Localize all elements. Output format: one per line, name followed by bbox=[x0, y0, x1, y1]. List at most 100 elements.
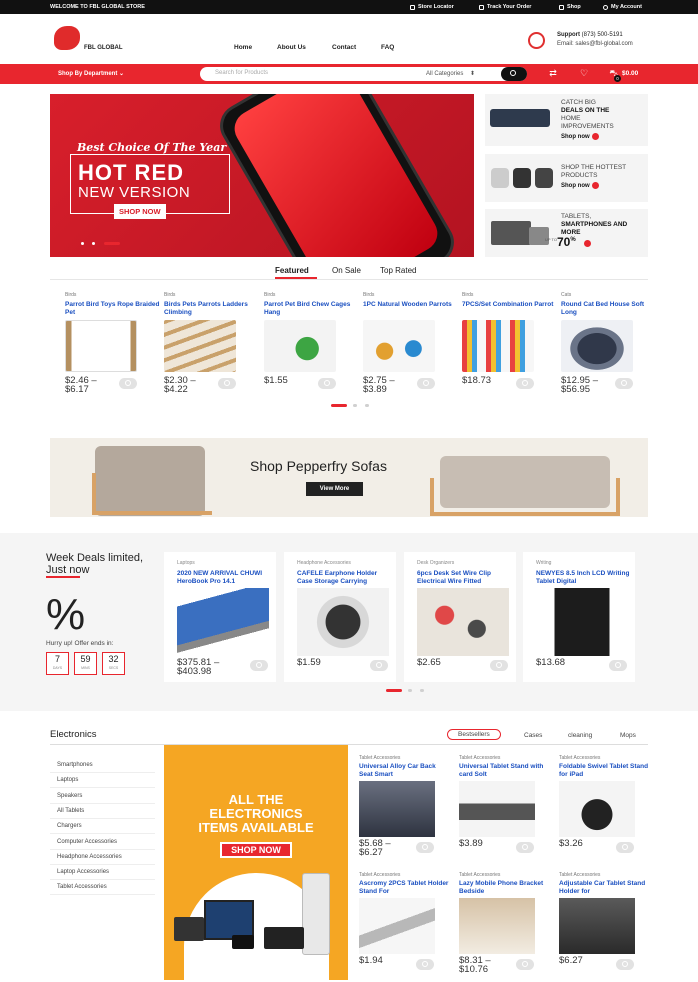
product-category[interactable]: Cats bbox=[561, 292, 571, 298]
product-title[interactable]: Lazy Mobile Phone Bracket Bedside bbox=[459, 880, 549, 896]
nav-faq[interactable]: FAQ bbox=[381, 44, 394, 51]
product-card[interactable]: Tablet Accessories Ascromy 2PCS Tablet Ho… bbox=[359, 872, 451, 972]
product-card[interactable]: Writing NEWYES 8.5 Inch LCD Writing Table… bbox=[523, 552, 635, 682]
store-locator-link[interactable]: Store Locator bbox=[410, 4, 454, 10]
tab-bestsellers[interactable]: Bestsellers bbox=[447, 729, 501, 740]
product-image[interactable] bbox=[359, 781, 435, 837]
product-title[interactable]: Foldable Swivel Tablet Stand for iPad bbox=[559, 763, 649, 779]
product-category[interactable]: Tablet Accessories bbox=[459, 872, 500, 878]
product-card[interactable]: Birds 1PC Natural Wooden Parrots $2.75 – $3… bbox=[363, 292, 458, 402]
product-card[interactable]: Cats Round Cat Bed House Soft Long $12.95 … bbox=[561, 292, 656, 402]
product-title[interactable]: Birds Pets Parrots Ladders Climbing bbox=[164, 301, 259, 317]
product-image[interactable] bbox=[65, 320, 137, 372]
sofa-banner[interactable]: Shop Pepperfry Sofas View More bbox=[50, 438, 648, 517]
product-card[interactable]: Birds Parrot Pet Bird Chew Cages Hang $1.5… bbox=[264, 292, 359, 402]
sidebar-item[interactable]: Speakers bbox=[50, 789, 155, 804]
sidebar-item[interactable]: Smartphones bbox=[50, 758, 155, 773]
sidebar-item[interactable]: Laptop Accessories bbox=[50, 865, 155, 881]
promo-shop-now-link[interactable]: Shop now bbox=[561, 133, 599, 140]
tab-cases[interactable]: Cases bbox=[524, 732, 542, 739]
product-category[interactable]: Birds bbox=[462, 292, 473, 298]
product-title[interactable]: 7PCS/Set Combination Parrot bbox=[462, 301, 557, 309]
product-title[interactable]: 1PC Natural Wooden Parrots bbox=[363, 301, 458, 309]
category-select[interactable]: All Categories ⬍ bbox=[426, 70, 475, 77]
sidebar-item[interactable]: Chargers bbox=[50, 819, 155, 835]
product-title[interactable]: Universal Alloy Car Back Seat Smart bbox=[359, 763, 449, 779]
tab-cleaning[interactable]: cleaning bbox=[568, 732, 592, 739]
search-button[interactable] bbox=[501, 67, 527, 81]
product-image[interactable] bbox=[297, 588, 389, 656]
promo-home-improvements[interactable]: CATCH BIG DEALS ON THE HOME IMPROVEMENTS… bbox=[485, 94, 648, 146]
product-image[interactable] bbox=[359, 898, 435, 954]
product-title[interactable]: Universal Tablet Stand with card Solt bbox=[459, 763, 549, 779]
add-to-cart-button[interactable] bbox=[119, 378, 137, 389]
nav-about-us[interactable]: About Us bbox=[277, 44, 306, 51]
product-category[interactable]: Headphone Accessories bbox=[297, 560, 351, 566]
nav-contact[interactable]: Contact bbox=[332, 44, 356, 51]
sidebar-item[interactable]: Laptops bbox=[50, 773, 155, 789]
support-phone[interactable]: (873) 500-5191 bbox=[582, 32, 623, 38]
wishlist-heart-icon[interactable]: ♡ bbox=[579, 69, 589, 78]
product-category[interactable]: Birds bbox=[65, 292, 76, 298]
tab-featured[interactable]: Featured bbox=[275, 266, 309, 275]
promo-shop-now-link[interactable]: Shop now bbox=[561, 182, 599, 189]
product-title[interactable]: Adjustable Car Tablet Stand Holder for bbox=[559, 880, 649, 896]
view-more-button[interactable]: View More bbox=[306, 482, 363, 496]
product-title[interactable]: Parrot Pet Bird Chew Cages Hang bbox=[264, 301, 359, 317]
logo[interactable]: FBL GLOBAL bbox=[54, 26, 134, 58]
sidebar-item[interactable]: Computer Accessories bbox=[50, 835, 155, 850]
product-category[interactable]: Writing bbox=[536, 560, 551, 566]
product-image[interactable] bbox=[363, 320, 435, 372]
add-to-cart-button[interactable] bbox=[616, 959, 634, 970]
compare-icon[interactable]: ⇄ bbox=[548, 69, 558, 78]
product-card[interactable]: Tablet Accessories Universal Tablet Stand… bbox=[459, 755, 551, 855]
pager-dot[interactable] bbox=[353, 404, 357, 407]
slider-dot[interactable] bbox=[81, 242, 84, 245]
add-to-cart-button[interactable] bbox=[417, 378, 435, 389]
product-category[interactable]: Tablet Accessories bbox=[559, 872, 600, 878]
add-to-cart-button[interactable] bbox=[516, 959, 534, 970]
slider-dot-active[interactable] bbox=[104, 242, 120, 245]
arrow-right-icon[interactable] bbox=[584, 240, 591, 247]
pager-dot-active[interactable] bbox=[386, 689, 402, 692]
tab-mops[interactable]: Mops bbox=[620, 732, 636, 739]
product-card[interactable]: Birds Birds Pets Parrots Ladders Climbing… bbox=[164, 292, 259, 402]
sidebar-item[interactable]: Tablet Accessories bbox=[50, 880, 155, 896]
add-to-cart-button[interactable] bbox=[370, 660, 388, 671]
pager-dot[interactable] bbox=[408, 689, 412, 692]
product-card[interactable]: Birds 7PCS/Set Combination Parrot $18.73 bbox=[462, 292, 557, 402]
pager-dot[interactable] bbox=[420, 689, 424, 692]
product-card[interactable]: Laptops 2020 NEW ARRIVAL CHUWI HeroBook P… bbox=[164, 552, 276, 682]
product-image[interactable] bbox=[459, 898, 535, 954]
product-title[interactable]: 2020 NEW ARRIVAL CHUWI HeroBook Pro 14.1 bbox=[177, 570, 273, 586]
shop-link[interactable]: Shop bbox=[559, 4, 581, 10]
add-to-cart-button[interactable] bbox=[416, 842, 434, 853]
product-card[interactable]: Birds Parrot Bird Toys Rope Braided Pet $2… bbox=[65, 292, 160, 402]
add-to-cart-button[interactable] bbox=[516, 378, 534, 389]
product-card[interactable]: Tablet Accessories Lazy Mobile Phone Brac… bbox=[459, 872, 551, 974]
tab-on-sale[interactable]: On Sale bbox=[332, 266, 361, 275]
promo-tablets[interactable]: TABLETS, SMARTPHONES AND MORE UP TO 70% bbox=[485, 209, 648, 257]
product-category[interactable]: Birds bbox=[363, 292, 374, 298]
product-image[interactable] bbox=[559, 898, 635, 954]
add-to-cart-button[interactable] bbox=[250, 660, 268, 671]
product-title[interactable]: Round Cat Bed House Soft Long bbox=[561, 301, 656, 317]
nav-home[interactable]: Home bbox=[234, 44, 252, 51]
sidebar-item[interactable]: Headphone Accessories bbox=[50, 850, 155, 865]
support-email[interactable]: Email: sales@fbl-global.com bbox=[557, 41, 633, 47]
hero-slider[interactable]: Best Choice Of The Year HOT RED NEW VERS… bbox=[50, 94, 474, 257]
product-category[interactable]: Tablet Accessories bbox=[359, 755, 400, 761]
product-card[interactable]: Headphone Accessories CAFELE Earphone Hol… bbox=[284, 552, 396, 682]
tab-top-rated[interactable]: Top Rated bbox=[380, 266, 416, 275]
electronics-banner[interactable]: ALL THE ELECTRONICS ITEMS AVAILABLE SHOP N… bbox=[164, 745, 348, 980]
promo-hottest-products[interactable]: SHOP THE HOTTEST PRODUCTS Shop now bbox=[485, 154, 648, 202]
pager-dot[interactable] bbox=[365, 404, 369, 407]
product-image[interactable] bbox=[559, 781, 635, 837]
product-category[interactable]: Birds bbox=[164, 292, 175, 298]
my-account-link[interactable]: My Account bbox=[603, 4, 642, 10]
add-to-cart-button[interactable] bbox=[318, 378, 336, 389]
cart-total[interactable]: $0.00 bbox=[622, 70, 638, 77]
product-title[interactable]: 6pcs Desk Set Wire Clip Electrical Wire … bbox=[417, 570, 513, 586]
product-image[interactable] bbox=[536, 588, 628, 656]
product-category[interactable]: Desk Organizers bbox=[417, 560, 454, 566]
